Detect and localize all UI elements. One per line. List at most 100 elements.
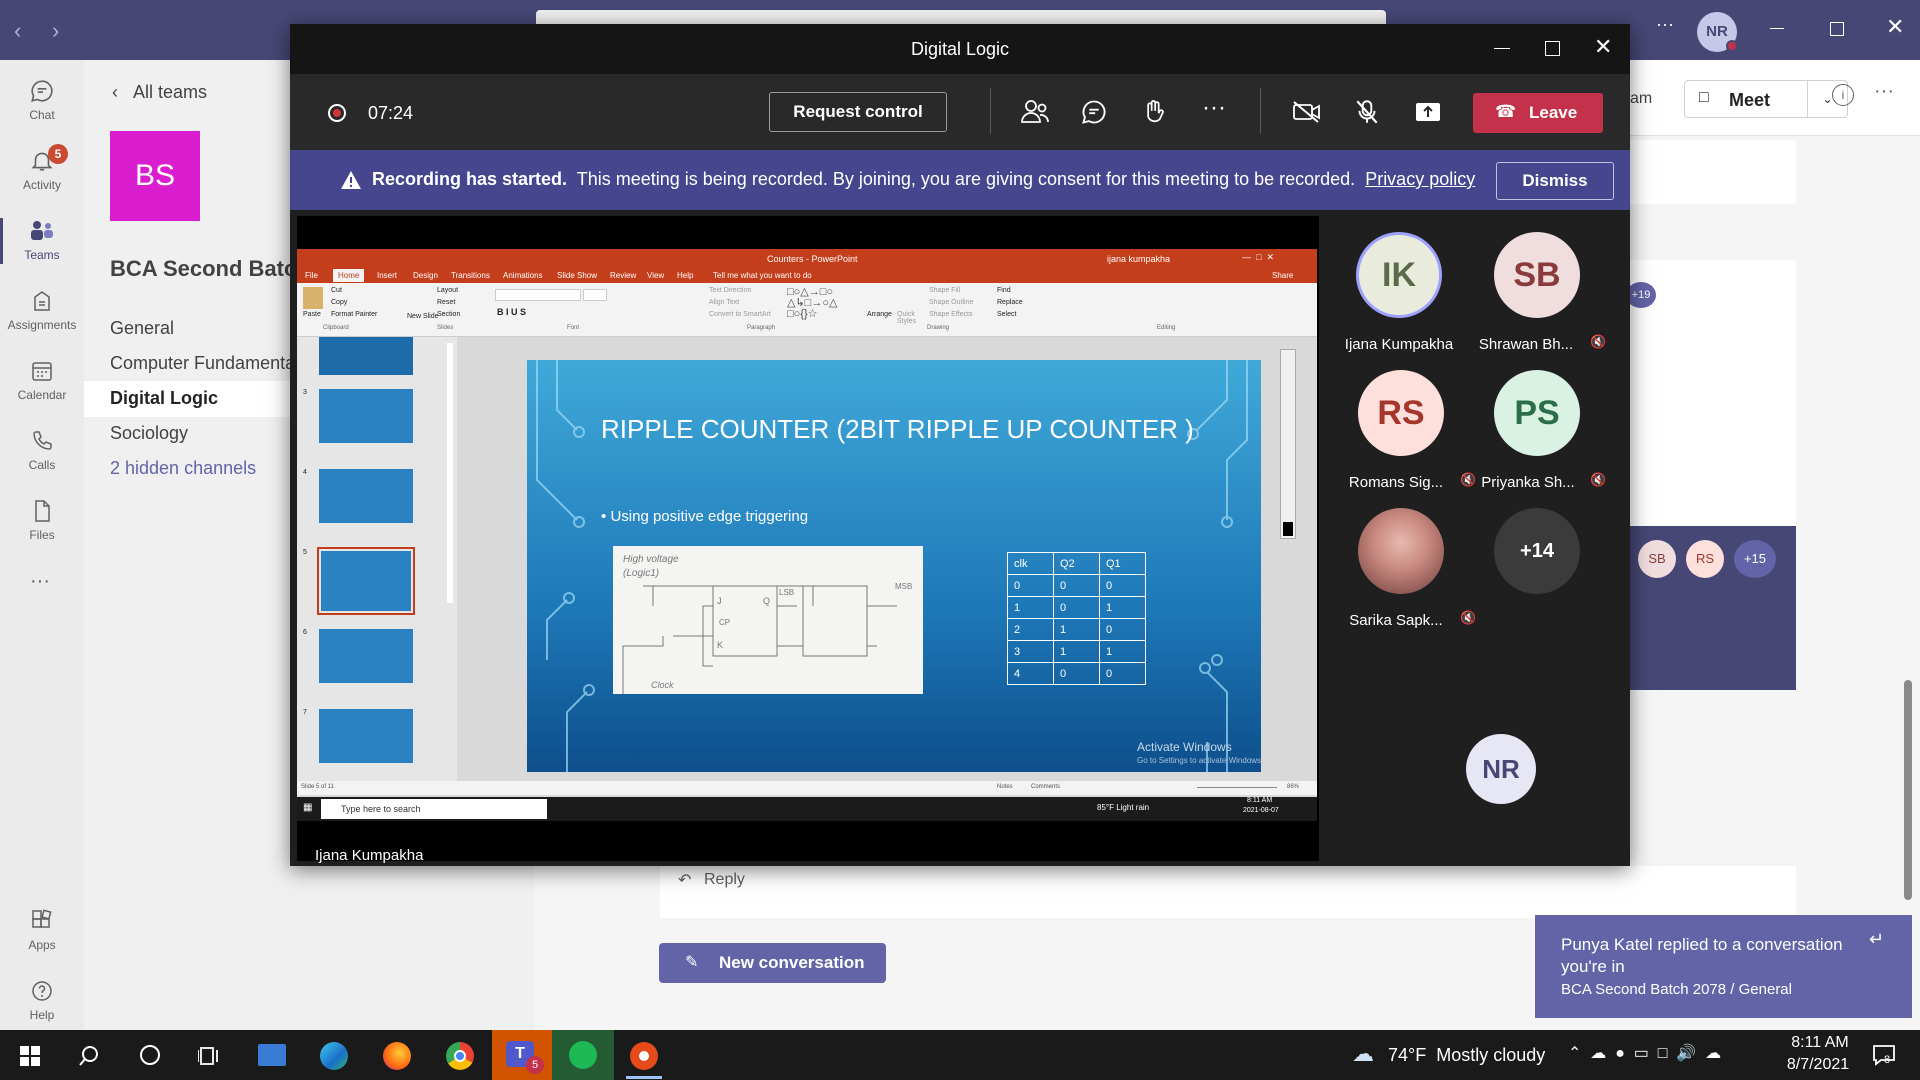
section-label[interactable]: Section bbox=[437, 311, 460, 318]
ppt-tab[interactable]: View bbox=[647, 271, 664, 280]
select-label[interactable]: Select bbox=[997, 311, 1016, 318]
edge-browser-icon[interactable] bbox=[320, 1042, 348, 1070]
participant-avatar[interactable]: IK bbox=[1356, 232, 1442, 318]
weather-text[interactable]: 74°F Mostly cloudy bbox=[1388, 1045, 1545, 1066]
ppt-tab[interactable]: Review bbox=[610, 271, 636, 280]
chrome-icon[interactable] bbox=[446, 1042, 474, 1070]
raise-hand-icon[interactable] bbox=[1140, 98, 1168, 126]
format-painter-label[interactable]: Format Painter bbox=[331, 311, 377, 318]
channel-computer-fundamentals[interactable]: Computer Fundamenta bbox=[110, 353, 295, 374]
participant-avatar[interactable]: PS bbox=[1494, 370, 1580, 456]
more-participants-button[interactable]: +14 bbox=[1494, 508, 1580, 594]
more-options-icon[interactable]: ··· bbox=[1656, 14, 1674, 35]
find-label[interactable]: Find bbox=[997, 287, 1011, 294]
new-slide-label[interactable]: New Slide bbox=[407, 313, 439, 320]
scrollbar[interactable] bbox=[447, 343, 453, 603]
maximize-icon[interactable] bbox=[1545, 41, 1560, 56]
dismiss-button[interactable]: Dismiss bbox=[1496, 162, 1614, 200]
shape-fill-label[interactable]: Shape Fill bbox=[929, 287, 960, 294]
restore-icon[interactable] bbox=[1830, 22, 1844, 36]
ink-toolbar[interactable] bbox=[1280, 349, 1296, 539]
spotify-taskbar-button[interactable] bbox=[552, 1030, 614, 1080]
reply-row[interactable]: ↶ Reply bbox=[660, 866, 1796, 918]
clock-time[interactable]: 8:11 AM bbox=[1785, 1034, 1855, 1052]
reply-icon[interactable]: ↵ bbox=[1869, 929, 1884, 950]
slide-thumbnail[interactable] bbox=[319, 389, 413, 443]
ppt-tab[interactable]: File bbox=[305, 271, 318, 280]
more-apps-icon[interactable]: ··· bbox=[30, 570, 50, 593]
meet-button[interactable]: □ Meet bbox=[1684, 80, 1808, 118]
more-options-icon[interactable]: ··· bbox=[1874, 80, 1894, 103]
firefox-icon[interactable] bbox=[383, 1042, 411, 1070]
meeting-card[interactable]: SB RS +15 bbox=[1630, 526, 1796, 690]
more-participants-badge[interactable]: +19 bbox=[1626, 282, 1656, 308]
participant-photo-avatar[interactable] bbox=[1358, 508, 1444, 594]
rail-item-help[interactable]: Help bbox=[0, 968, 84, 1032]
zoom-slider[interactable] bbox=[1197, 787, 1277, 788]
text-direction-label[interactable]: Text Direction bbox=[709, 287, 751, 294]
share-screen-icon[interactable] bbox=[1414, 99, 1442, 125]
slide-thumbnail[interactable] bbox=[319, 469, 413, 523]
tell-me-box[interactable]: Tell me what you want to do bbox=[713, 271, 812, 280]
tab-team-fragment[interactable]: am bbox=[1630, 90, 1652, 108]
privacy-policy-link[interactable]: Privacy policy bbox=[1365, 169, 1475, 189]
forward-arrow-icon[interactable]: › bbox=[52, 18, 59, 44]
paste-icon[interactable] bbox=[303, 287, 323, 309]
more-actions-icon[interactable]: ··· bbox=[1202, 94, 1226, 122]
chat-icon[interactable] bbox=[1080, 98, 1108, 126]
convert-smartart-label[interactable]: Convert to SmartArt bbox=[709, 311, 771, 318]
scrollbar[interactable] bbox=[1904, 680, 1912, 900]
ppt-tab[interactable]: Help bbox=[677, 271, 693, 280]
info-icon[interactable]: i bbox=[1832, 84, 1854, 106]
cut-label[interactable]: Cut bbox=[331, 287, 342, 294]
clock-date[interactable]: 8/7/2021 bbox=[1778, 1056, 1858, 1074]
rail-item-calls[interactable]: Calls bbox=[0, 418, 84, 482]
slide-thumbnail[interactable] bbox=[319, 709, 413, 763]
all-teams-link[interactable]: ‹ All teams bbox=[112, 82, 207, 103]
recording-app-icon[interactable] bbox=[630, 1042, 658, 1070]
new-conversation-button[interactable]: ✎ New conversation bbox=[659, 943, 886, 983]
shape-effects-label[interactable]: Shape Effects bbox=[929, 311, 972, 318]
leave-button[interactable]: ☎ Leave bbox=[1473, 93, 1603, 133]
font-family-select[interactable] bbox=[495, 289, 581, 301]
slide-thumbnail-selected[interactable] bbox=[317, 547, 415, 615]
window-controls-icon[interactable]: — □ ✕ bbox=[1242, 252, 1274, 263]
shape-outline-label[interactable]: Shape Outline bbox=[929, 299, 973, 306]
notification-toast[interactable]: Punya Katel replied to a conversation yo… bbox=[1535, 915, 1912, 1018]
rail-item-calendar[interactable]: Calendar bbox=[0, 348, 84, 412]
request-control-button[interactable]: Request control bbox=[769, 92, 947, 132]
shapes-gallery-icon[interactable]: □○△→□○ △↳□→○△ □○{}☆ bbox=[787, 287, 857, 321]
task-view-icon[interactable] bbox=[198, 1046, 220, 1066]
camera-off-icon[interactable] bbox=[1292, 100, 1322, 124]
comments-button[interactable]: Comments bbox=[1031, 784, 1060, 790]
font-size-select[interactable] bbox=[583, 289, 607, 301]
channel-digital-logic[interactable]: Digital Logic bbox=[110, 388, 218, 409]
rail-item-activity[interactable]: Activity 5 bbox=[0, 138, 84, 202]
notes-button[interactable]: Notes bbox=[997, 784, 1013, 790]
rail-item-files[interactable]: Files bbox=[0, 488, 84, 552]
ppt-tab[interactable]: Animations bbox=[503, 271, 543, 280]
rail-item-chat[interactable]: Chat bbox=[0, 68, 84, 132]
minimize-icon[interactable] bbox=[1770, 28, 1784, 29]
search-icon[interactable] bbox=[78, 1045, 100, 1067]
channel-general[interactable]: General bbox=[110, 318, 174, 339]
minimize-icon[interactable] bbox=[1494, 48, 1510, 49]
arrange-label[interactable]: Arrange bbox=[867, 311, 892, 318]
teams-taskbar-button[interactable]: T 5 bbox=[492, 1030, 552, 1080]
system-tray-icons[interactable]: ⌃ ☁ ● ▭ □ 🔊 ☁ bbox=[1568, 1043, 1721, 1063]
participant-avatar[interactable]: SB bbox=[1494, 232, 1580, 318]
mic-off-icon[interactable] bbox=[1354, 98, 1380, 126]
participants-icon[interactable] bbox=[1020, 98, 1050, 126]
copy-label[interactable]: Copy bbox=[331, 299, 347, 306]
align-text-label[interactable]: Align Text bbox=[709, 299, 739, 306]
ppt-tab[interactable]: Transitions bbox=[451, 271, 490, 280]
ppt-tab[interactable]: Insert bbox=[377, 271, 397, 280]
more-participants-badge[interactable]: +15 bbox=[1734, 540, 1776, 578]
channel-sociology[interactable]: Sociology bbox=[110, 423, 188, 444]
rail-item-apps[interactable]: Apps bbox=[0, 898, 84, 962]
bold-italic-underline-icon[interactable]: B I U S bbox=[497, 307, 526, 317]
rail-item-teams[interactable]: Teams bbox=[0, 208, 84, 272]
ppt-tab[interactable]: Slide Show bbox=[557, 271, 597, 280]
layout-label[interactable]: Layout bbox=[437, 287, 458, 294]
windows-start-icon[interactable] bbox=[20, 1046, 40, 1066]
